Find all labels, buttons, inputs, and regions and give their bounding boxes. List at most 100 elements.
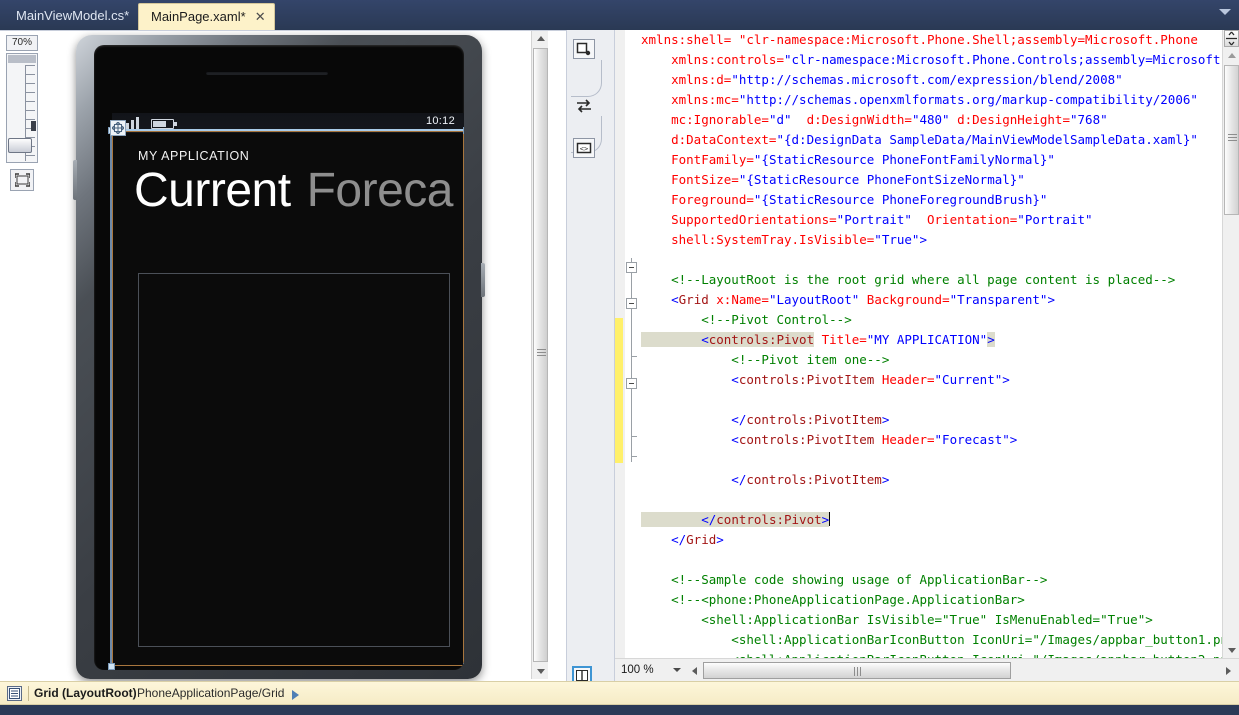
code-token: > [1002, 372, 1010, 387]
zoom-slider-thumb[interactable] [8, 138, 32, 153]
phone-side-button-left [73, 160, 77, 200]
zoom-percent-label[interactable]: 70% [6, 35, 38, 51]
swap-arrows-icon[interactable] [573, 96, 595, 116]
editor-horizontal-scrollbar[interactable] [703, 662, 1207, 679]
outline-collapse-grid[interactable] [626, 262, 637, 273]
editor-vertical-scrollbar[interactable] [1222, 30, 1239, 658]
pivot-item-content-area[interactable] [138, 273, 450, 647]
chevron-down-icon[interactable] [1219, 9, 1231, 15]
code-token: <!--Sample code showing usage of Applica… [641, 572, 1048, 587]
code-token: > [716, 532, 724, 547]
element-properties-icon[interactable] [7, 686, 22, 701]
code-token: "d" [768, 112, 792, 127]
triangle-down-icon[interactable] [1224, 643, 1239, 658]
status-bar-separator [28, 686, 29, 701]
code-line: d:DataContext="{d:DesignData SampleData/… [641, 130, 1226, 150]
fit-to-screen-icon[interactable] [10, 169, 34, 191]
editor-outlining-margin[interactable] [625, 30, 639, 658]
code-token: "Portrait" [1017, 212, 1093, 227]
code-token: <!--Pivot item one--> [641, 352, 890, 367]
document-tab-strip: MainViewModel.cs* MainPage.xaml* ✕ [0, 0, 1239, 30]
code-token: Orientation= [911, 212, 1018, 227]
designer-vertical-scrollbar[interactable] [531, 31, 548, 679]
code-token: controls:PivotItem [746, 472, 882, 487]
triangle-down-icon[interactable] [533, 664, 548, 679]
chevron-down-icon[interactable] [673, 668, 681, 672]
code-token: </ [641, 512, 717, 527]
pivot-header-row[interactable]: Current Foreca [134, 163, 453, 218]
move-handle-icon[interactable] [110, 120, 126, 136]
outline-collapse-pivotitem[interactable] [626, 378, 637, 389]
text-caret [829, 512, 831, 526]
tab-label: MainPage.xaml* [151, 9, 246, 24]
pivot-header-current[interactable]: Current [134, 163, 291, 218]
code-line: <shell:ApplicationBarIconButton IconUri=… [641, 630, 1226, 650]
code-token: > [919, 232, 927, 247]
triangle-up-icon[interactable] [533, 31, 548, 46]
code-token: controls:Pivot [708, 332, 815, 347]
split-handle-icon[interactable] [1224, 30, 1239, 47]
designer-xaml-swap-column: <> [566, 30, 614, 715]
code-line: Foreground="{StaticResource PhoneForegro… [641, 190, 1226, 210]
selection-handle-bottom-right[interactable] [463, 663, 464, 670]
pivot-header-forecast[interactable]: Foreca [307, 163, 454, 218]
selection-handle-bottom-left[interactable] [108, 663, 115, 670]
code-text-area[interactable]: xmlns:shell= "clr-namespace:Microsoft.Ph… [641, 30, 1226, 658]
code-token: Grid [678, 292, 709, 307]
zoom-slider-track[interactable] [6, 53, 38, 163]
triangle-left-icon[interactable] [687, 662, 702, 679]
triangle-up-icon[interactable] [1224, 48, 1239, 63]
code-token: controls:PivotItem [738, 432, 875, 447]
swap-connector-upper [571, 60, 602, 97]
code-token: "Forecast" [934, 432, 1010, 447]
code-token: Background= [859, 292, 950, 307]
code-token: > [1047, 292, 1055, 307]
xaml-pane-icon[interactable]: <> [573, 138, 595, 158]
windows-phone-device-frame: 10:12 MY APPLICATION Current Foreca [73, 35, 485, 679]
designer-canvas[interactable]: 10:12 MY APPLICATION Current Foreca [44, 31, 548, 679]
code-line: <!--LayoutRoot is the root grid where al… [641, 270, 1226, 290]
selected-element-name: Grid (LayoutRoot) [34, 686, 137, 700]
grip-icon [854, 667, 862, 676]
code-token: <!--Pivot Control--> [641, 312, 852, 327]
designer-pane-icon[interactable] [573, 39, 595, 59]
phone-app-screen[interactable]: 10:12 MY APPLICATION Current Foreca [112, 113, 464, 666]
designer-zoom-control[interactable]: 70% [6, 35, 38, 205]
code-line: </controls:PivotItem> [641, 410, 1226, 430]
code-line: mc:Ignorable="d" d:DesignWidth="480" d:D… [641, 110, 1226, 130]
code-token: "True" [874, 232, 920, 247]
selection-adorner-top-edge [112, 129, 464, 131]
editor-zoom-level[interactable]: 100 % [619, 661, 679, 680]
tab-mainpage-xaml[interactable]: MainPage.xaml* ✕ [138, 3, 275, 30]
code-token: shell:SystemTray.IsVisible= [641, 232, 875, 247]
designer-scrollbar-thumb[interactable] [533, 48, 548, 662]
code-token: "768" [1070, 112, 1108, 127]
code-line: <!--Sample code showing usage of Applica… [641, 570, 1226, 590]
code-line: </controls:Pivot> [641, 510, 1226, 530]
code-token: </ [641, 412, 747, 427]
triangle-right-icon[interactable] [1221, 662, 1236, 679]
battery-fill [153, 121, 166, 127]
editor-scrollbar-thumb[interactable] [1224, 65, 1239, 215]
tab-mainviewmodel-cs[interactable]: MainViewModel.cs* [4, 3, 141, 30]
selection-handle-top-right[interactable] [463, 127, 464, 134]
code-token: "Current" [934, 372, 1003, 387]
outline-collapse-pivot[interactable] [626, 298, 637, 309]
close-icon[interactable]: ✕ [255, 9, 266, 25]
xaml-code-editor[interactable]: xmlns:shell= "clr-namespace:Microsoft.Ph… [614, 30, 1239, 681]
code-token: controls:PivotItem [738, 372, 875, 387]
code-token: "clr-namespace:Microsoft.Phone.Controls;… [784, 52, 1226, 67]
code-line: </Grid> [641, 530, 1226, 550]
code-token: > [881, 412, 890, 427]
editor-hscroll-thumb[interactable] [703, 662, 1011, 679]
code-token: <!--<phone:PhoneApplicationPage.Applicat… [641, 592, 1025, 607]
triangle-right-icon[interactable] [292, 690, 299, 700]
code-token: "{StaticResource PhoneForegroundBrush}" [753, 192, 1048, 207]
code-token: xmlns:d= [641, 72, 732, 87]
code-token: FontSize= [641, 172, 739, 187]
code-token: < [641, 292, 679, 307]
code-token: Grid [686, 532, 717, 547]
xaml-designer-pane[interactable]: 70% 10:12 MY APPLICATION Current Foreca [0, 30, 566, 681]
